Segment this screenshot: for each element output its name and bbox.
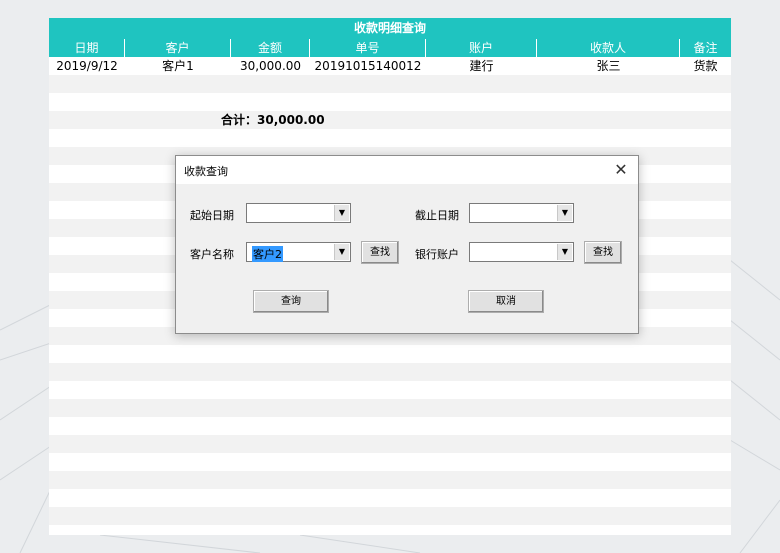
total-label: 合计：30,000.00 <box>221 113 325 127</box>
close-icon[interactable]: ✕ <box>608 159 634 181</box>
header-customer[interactable]: 客户 <box>125 39 231 57</box>
header-account[interactable]: 账户 <box>426 39 537 57</box>
header-date[interactable]: 日期 <box>49 39 125 57</box>
start-date-combo[interactable]: ▼ <box>246 203 351 223</box>
start-date-label: 起始日期 <box>190 209 234 222</box>
bank-account-label: 银行账户 <box>415 248 459 261</box>
chevron-down-icon[interactable]: ▼ <box>334 205 349 221</box>
table-row: 2019/9/12 客户1 30,000.00 20191015140012 建… <box>49 57 731 75</box>
end-date-combo[interactable]: ▼ <box>469 203 574 223</box>
cell-amount[interactable]: 30,000.00 <box>231 57 310 75</box>
header-number[interactable]: 单号 <box>310 39 426 57</box>
cell-account[interactable]: 建行 <box>426 57 537 75</box>
find-customer-button[interactable]: 查找 <box>361 241 399 264</box>
cancel-button[interactable]: 取消 <box>468 290 544 313</box>
row-stripe <box>49 435 731 453</box>
header-note[interactable]: 备注 <box>680 39 731 57</box>
header-payee[interactable]: 收款人 <box>537 39 680 57</box>
cell-date[interactable]: 2019/9/12 <box>49 57 125 75</box>
row-stripe <box>49 399 731 417</box>
query-button[interactable]: 查询 <box>253 290 329 313</box>
end-date-label: 截止日期 <box>415 209 459 222</box>
customer-name-value: 客户2 <box>252 246 283 262</box>
header-amount[interactable]: 金额 <box>231 39 310 57</box>
chevron-down-icon[interactable]: ▼ <box>557 244 572 260</box>
cell-number[interactable]: 20191015140012 <box>310 57 426 75</box>
row-stripe <box>49 471 731 489</box>
bank-account-combo[interactable]: ▼ <box>469 242 574 262</box>
header-row: 日期 客户 金额 单号 账户 收款人 备注 <box>49 39 731 57</box>
dialog-titlebar: 收款查询 ✕ <box>176 156 638 184</box>
row-stripe <box>49 507 731 525</box>
chevron-down-icon[interactable]: ▼ <box>334 244 349 260</box>
customer-name-label: 客户名称 <box>190 248 234 261</box>
sheet-title: 收款明细查询 <box>49 18 731 39</box>
row-stripe <box>49 111 731 129</box>
cell-note[interactable]: 货款 <box>680 57 731 75</box>
cell-payee[interactable]: 张三 <box>537 57 680 75</box>
cell-customer[interactable]: 客户1 <box>125 57 231 75</box>
find-bank-button[interactable]: 查找 <box>584 241 622 264</box>
chevron-down-icon[interactable]: ▼ <box>557 205 572 221</box>
query-dialog: 收款查询 ✕ 起始日期 ▼ 截止日期 ▼ 客户名称 客户2 ▼ 查找 银行账户 … <box>175 155 639 334</box>
row-stripe <box>49 363 731 381</box>
dialog-title: 收款查询 <box>184 165 228 178</box>
customer-name-combo[interactable]: 客户2 ▼ <box>246 242 351 262</box>
row-stripe <box>49 75 731 93</box>
